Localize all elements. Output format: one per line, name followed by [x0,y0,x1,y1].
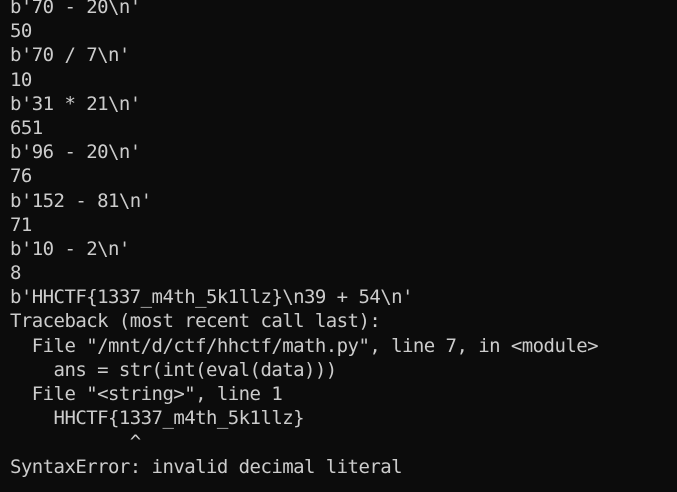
output-line: b'152 - 81\n' [10,189,152,212]
terminal-output[interactable]: b'70 - 20\n' 50 b'70 / 7\n' 10 b'31 * 21… [0,0,677,492]
error-message: SyntaxError: invalid decimal literal [10,455,403,478]
flag-output-line: b'HHCTF{1337_m4th_5k1llz}\n39 + 54\n' [10,286,413,309]
traceback-file-line: File "<string>", line 1 [10,383,283,405]
output-line: 651 [10,116,43,139]
output-line: b'70 - 20\n' [10,0,141,18]
traceback-code-line: ans = str(int(eval(data))) [10,358,338,381]
output-line: b'31 * 21\n' [10,92,141,115]
output-line: 71 [10,213,32,236]
traceback-file-line: File "/mnt/d/ctf/hhctf/math.py", line 7,… [10,334,599,357]
output-line: b'70 / 7\n' [10,44,130,67]
output-line: 8 [10,262,21,285]
traceback-code-line: HHCTF{1337_m4th_5k1llz} [10,407,305,430]
output-line: 50 [10,20,32,43]
output-line: b'96 - 20\n' [10,141,141,164]
traceback-header: Traceback (most recent call last): [10,310,381,333]
output-line: b'10 - 2\n' [10,237,130,260]
traceback-caret: ^ [10,431,141,454]
output-line: 76 [10,165,32,188]
output-line: 10 [10,68,32,91]
